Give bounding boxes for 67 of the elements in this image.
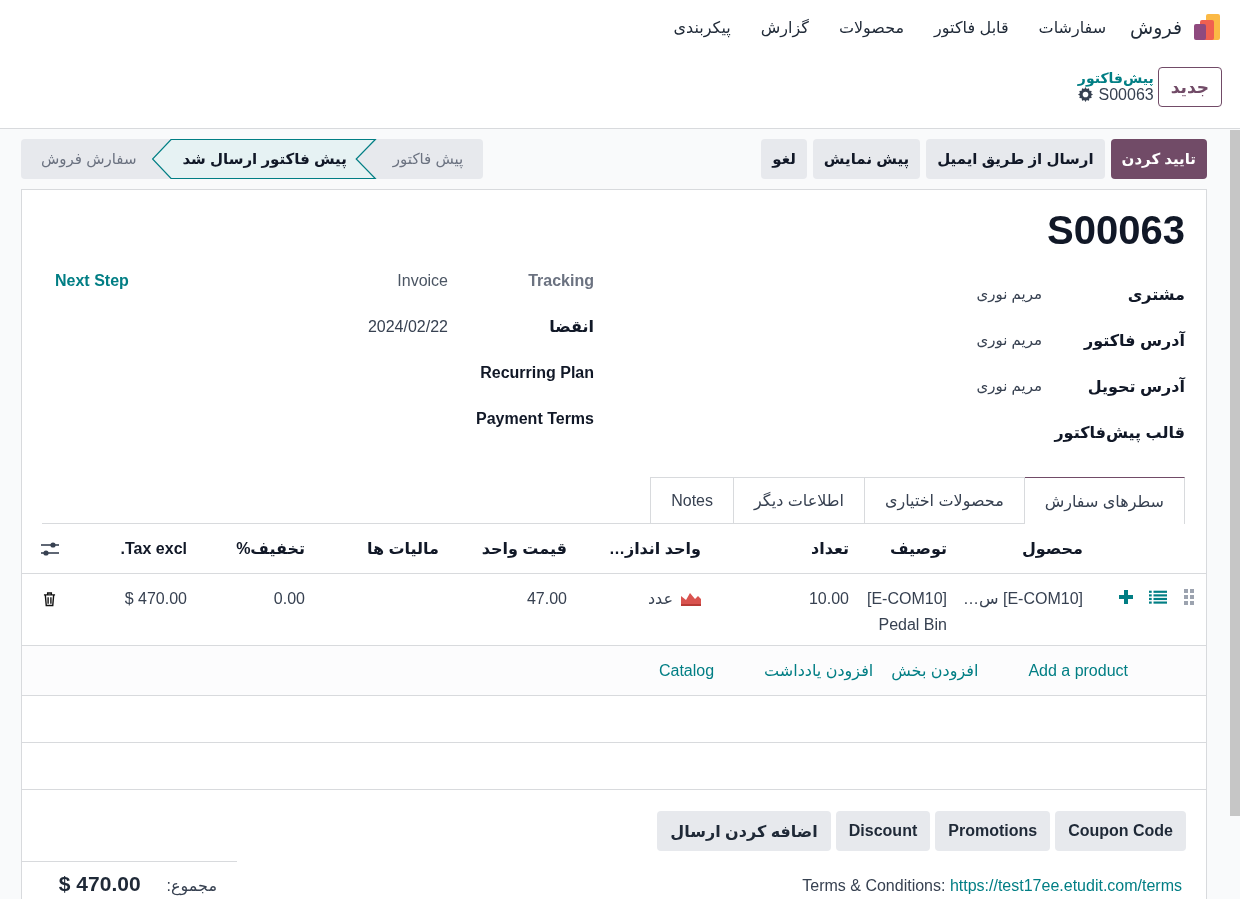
terms-link[interactable]: https://test17ee.etudit.com/terms [949,877,1182,894]
field-value[interactable]: مریم نوری [976,331,1042,348]
record-name: S00063 [1098,85,1154,104]
column-header[interactable]: قیمت واحد [447,539,575,558]
list-icon[interactable] [1149,589,1167,605]
tab[interactable]: سطرهای سفارش [1023,477,1185,524]
footer-button[interactable]: Coupon Code [1055,811,1186,851]
table-cell: $ 470.00 [124,590,187,607]
trash-icon[interactable] [43,591,56,607]
field-value[interactable]: Invoice [397,272,448,289]
table-cell: 47.00 [526,590,567,607]
status-step[interactable]: پیش فاکتور ارسال شد [152,139,377,179]
field-value[interactable]: مریم نوری [976,285,1042,302]
table-cell: [E-COM10] Pedal Bin [866,590,947,633]
column-header[interactable]: تعداد [709,539,857,558]
field-label: Recurring Plan [479,363,594,383]
column-header[interactable]: مالیات ها [313,539,447,558]
footer-button[interactable]: اضافه کردن ارسال [657,811,831,851]
add-line-link[interactable]: Add a product [1028,661,1128,680]
field-label: قالب پیش‌فاکتور [1052,422,1185,442]
table-cell: 0.00 [273,590,305,607]
new-button[interactable]: جدید [1157,67,1222,107]
action-button[interactable]: پیش نمایش [812,139,921,179]
settings-icon[interactable] [1077,87,1093,103]
add-line-link[interactable]: افزودن بخش [891,661,979,680]
action-button[interactable]: ارسال از طریق ایمیل [926,139,1105,179]
menu-item[interactable]: قابل فاکتور [934,17,1009,37]
total-label: مجموع: [166,876,217,895]
app-name[interactable]: فروش [1130,15,1182,39]
add-line-link[interactable]: Catalog [658,661,715,680]
field-value[interactable]: 2024/02/22 [367,318,448,335]
total-amount: $ 470.00 [58,872,141,896]
menu-item[interactable]: سفارشات [1038,17,1107,37]
scrollbar[interactable] [1230,130,1240,816]
column-header[interactable]: تخفیف% [195,539,313,558]
field-label: انقضا [548,317,594,337]
add-line-link[interactable]: افزودن یادداشت [764,661,874,680]
terms-text: Terms & Conditions: https://test17ee.etudit.com/terms [802,877,1182,895]
field-label: آدرس فاکتور [1082,330,1185,350]
breadcrumb-link[interactable]: پیش‌فاکتور [1077,70,1154,86]
app-logo-icon[interactable] [1192,12,1222,42]
field-label: مشتری [1126,284,1185,304]
footer-button[interactable]: Discount [835,811,931,851]
field-label: آدرس تحویل [1086,376,1185,396]
drag-handle-icon[interactable] [1183,589,1194,605]
field-label: Payment Terms [475,409,594,429]
tab[interactable]: Notes [650,477,734,523]
action-button[interactable]: تایید کردن [1110,139,1207,179]
menu-item[interactable]: محصولات [838,17,905,37]
area-chart-icon[interactable] [681,592,701,606]
column-header[interactable]: Tax excl. [77,539,195,558]
table-cell-text: عدد [647,589,673,609]
action-button[interactable]: لغو [761,139,807,179]
field-value[interactable]: مریم نوری [976,377,1042,394]
menu-item[interactable]: گزارش [760,17,809,37]
field-label: Tracking [527,271,594,291]
table-cell: [E-COM10] س… [963,590,1083,607]
column-header[interactable]: توصیف [857,539,955,558]
menu-item[interactable]: پیکربندی [673,17,731,37]
table-cell: 10.00 [808,590,849,607]
column-header[interactable]: محصول [955,539,1091,558]
record-title: S00063 [1046,208,1185,253]
next-step-link[interactable]: Next Step [55,272,129,289]
column-settings-icon[interactable] [39,540,60,557]
column-header[interactable]: واحد انداز… [575,539,709,558]
footer-button[interactable]: Promotions [935,811,1051,851]
plus-icon[interactable] [1117,589,1135,605]
